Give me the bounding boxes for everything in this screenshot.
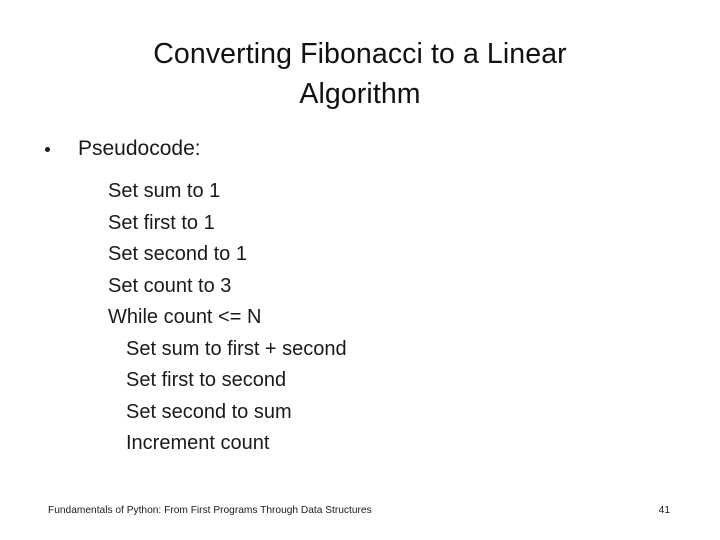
footer-source-text: Fundamentals of Python: From First Progr… <box>48 505 372 516</box>
pseudocode-line: Set sum to 1 <box>108 180 221 202</box>
pseudocode-line: Increment count <box>126 432 270 454</box>
slide-footer: Fundamentals of Python: From First Progr… <box>0 501 720 521</box>
bullet-dot-icon <box>45 147 50 152</box>
slide-body: Pseudocode: Set sum to 1 Set first to 1 … <box>0 136 720 460</box>
slide-title: Converting Fibonacci to a Linear Algorit… <box>60 34 660 114</box>
pseudocode-line: While count <= N <box>108 306 262 328</box>
pseudocode-line: Set second to sum <box>126 400 292 423</box>
slide-title-line-1: Converting Fibonacci to a Linear <box>153 38 567 70</box>
slide-title-line-2: Algorithm <box>299 78 421 110</box>
pseudocode-line: Set first to second <box>126 369 287 391</box>
pseudocode-list: Set sum to 1 Set first to 1 Set second t… <box>0 176 720 460</box>
footer-page-number: 41 <box>658 505 670 516</box>
slide: Converting Fibonacci to a Linear Algorit… <box>0 0 720 540</box>
pseudocode-line: Set second to 1 <box>108 243 247 265</box>
bullet-item-label: Pseudocode: <box>78 137 201 160</box>
bullet-item-pseudocode: Pseudocode: <box>0 136 720 168</box>
pseudocode-line: Set count to 3 <box>108 274 232 297</box>
pseudocode-line: Set sum to first + second <box>126 337 347 360</box>
pseudocode-line: Set first to 1 <box>108 211 215 234</box>
